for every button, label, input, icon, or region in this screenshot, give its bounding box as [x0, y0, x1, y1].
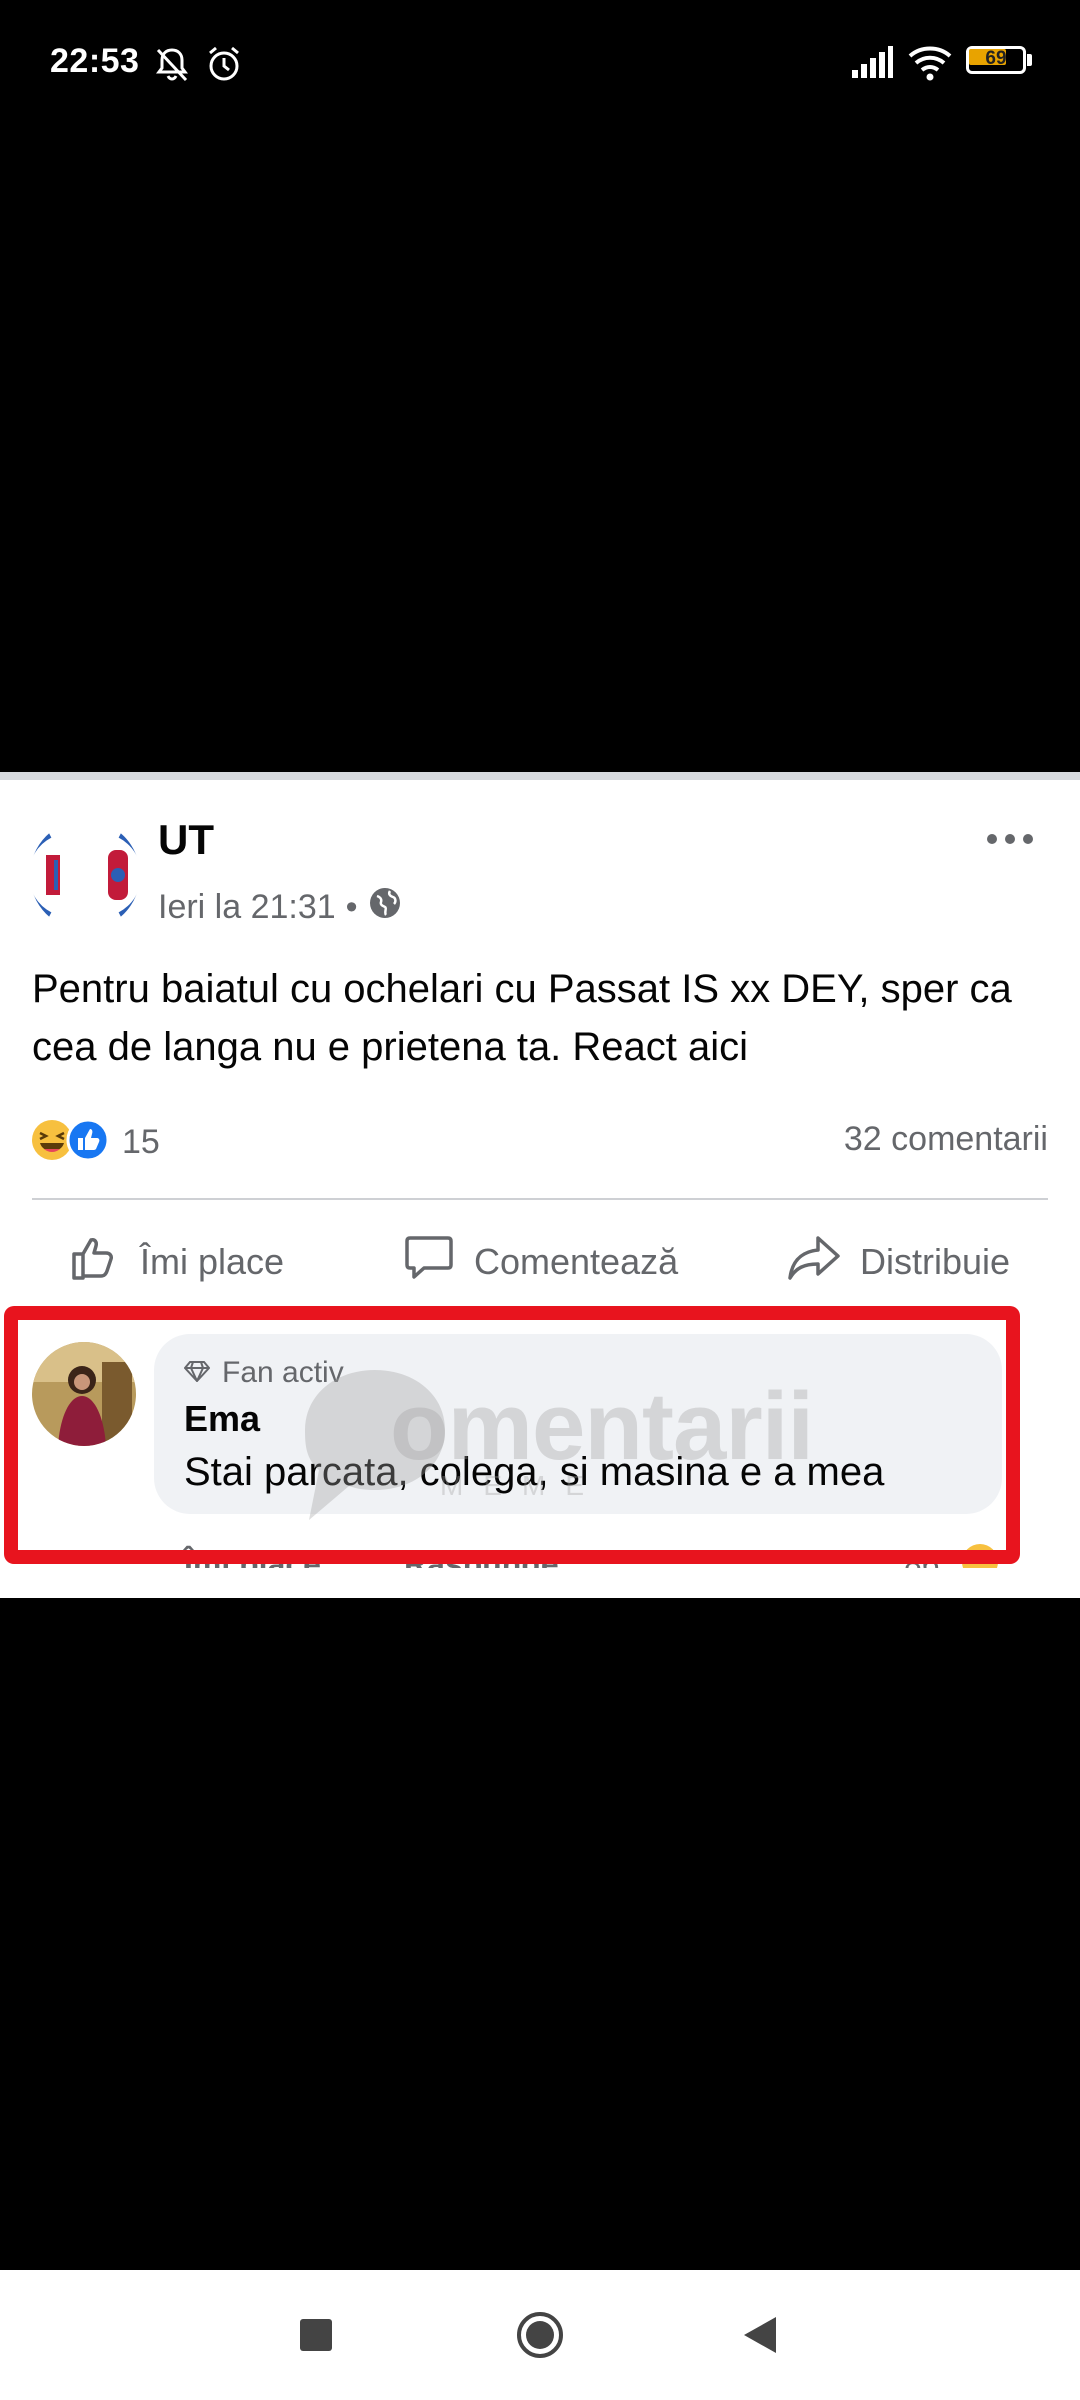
share-label: Distribuie [860, 1240, 1011, 1282]
comment-author[interactable]: Ema [184, 1398, 260, 1440]
diamond-icon [183, 1356, 211, 1390]
post-card: UT Ieri la 21:31 • Pentru baiatul cu och… [0, 772, 1080, 1598]
comment-like-button[interactable]: Îmi place [184, 1546, 321, 1568]
comment-button[interactable]: Comentează [402, 1230, 678, 1293]
commenter-avatar[interactable] [32, 1342, 136, 1446]
back-icon[interactable] [720, 2270, 800, 2400]
post-meta: Ieri la 21:31 • [158, 886, 402, 929]
status-bar: 22:53 69 [0, 0, 1080, 130]
recents-icon[interactable] [276, 2270, 356, 2400]
reaction-count: 15 [122, 1123, 160, 1161]
globe-icon [368, 886, 402, 929]
home-icon[interactable] [500, 2270, 580, 2400]
navigation-bar [0, 2270, 1080, 2400]
reaction-summary[interactable]: 15 [30, 1118, 160, 1167]
fan-badge-label: Fan activ [222, 1356, 344, 1389]
comment-count[interactable]: 32 comentarii [844, 1120, 1048, 1159]
clock: 22:53 [50, 42, 140, 80]
page-avatar[interactable] [30, 820, 140, 930]
haha-icon [960, 1542, 1000, 1568]
comment-bubble[interactable]: Fan activ Ema Stai parcata, colega, si m… [154, 1334, 1002, 1514]
divider [32, 1198, 1048, 1200]
wifi-icon [906, 42, 954, 87]
share-button[interactable]: Distribuie [786, 1230, 1010, 1293]
like-button[interactable]: Îmi place [68, 1230, 284, 1293]
battery-level: 69 [985, 48, 1007, 69]
like-icon [66, 1118, 110, 1167]
like-label: Îmi place [140, 1240, 285, 1282]
meta-separator: • [345, 888, 358, 926]
comment-reaction-count: 86 [904, 1546, 940, 1568]
notifications-off-icon [152, 44, 192, 89]
page-name[interactable]: UT [158, 816, 214, 864]
more-options-icon[interactable] [980, 824, 1040, 854]
comment-label: Comentează [474, 1240, 679, 1282]
comment-text: Stai parcata, colega, si masina e a mea [184, 1450, 885, 1494]
signal-icon [850, 44, 894, 85]
comment-reply-button[interactable]: Răspunde [404, 1546, 559, 1568]
comment-actions: Îmi place Răspunde 86 [0, 1540, 1080, 1568]
thumbs-up-icon [68, 1230, 122, 1293]
battery-icon: 69 [966, 46, 1034, 76]
share-arrow-icon [786, 1230, 842, 1293]
post-timestamp[interactable]: Ieri la 21:31 [158, 888, 336, 927]
post-text: Pentru baiatul cu ochelari cu Passat IS … [32, 967, 1012, 1069]
alarm-icon [204, 44, 244, 89]
comment-bubble-icon [402, 1230, 456, 1293]
fan-badge: Fan activ [183, 1356, 344, 1390]
